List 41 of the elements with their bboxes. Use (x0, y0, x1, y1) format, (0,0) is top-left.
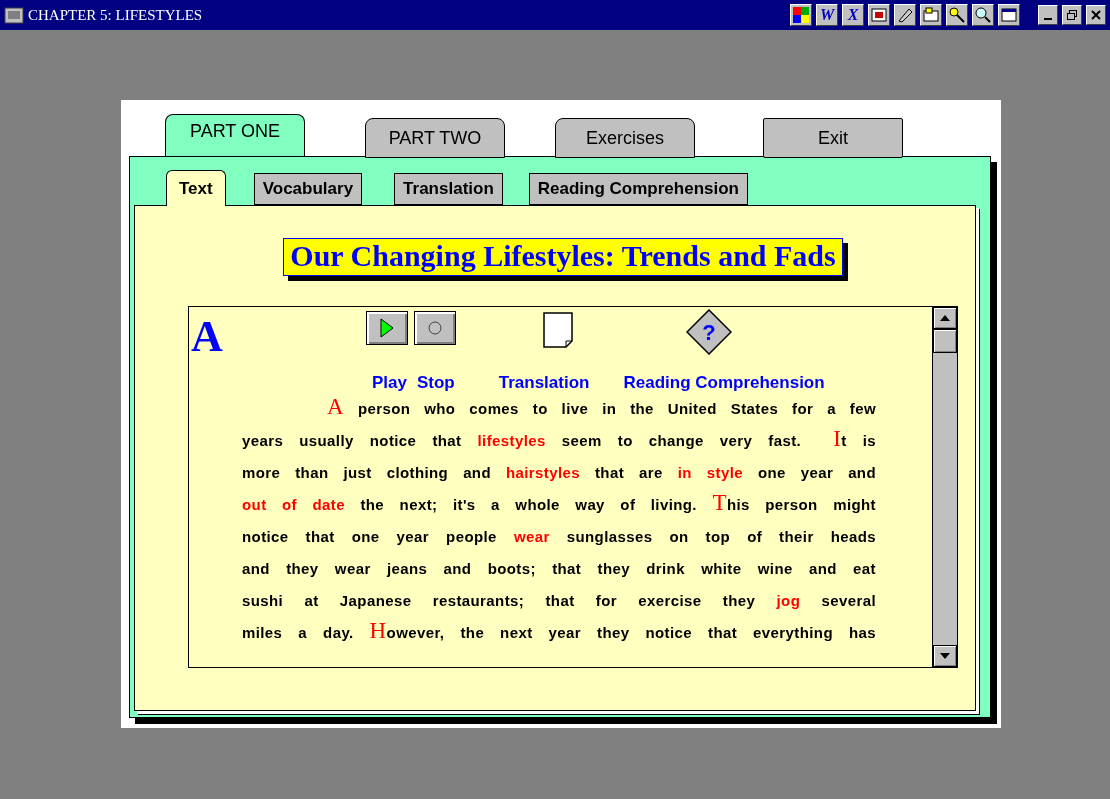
tool-label[interactable]: Translation (498, 373, 590, 393)
help-icon[interactable]: ? (686, 309, 732, 355)
close-icon (1091, 10, 1101, 20)
section-tab[interactable]: Reading Comprehension (528, 173, 748, 205)
play-button[interactable] (366, 311, 408, 345)
tool-label[interactable]: Play (372, 373, 407, 393)
window-icon[interactable] (998, 4, 1020, 26)
toolbar-button[interactable]: X (842, 4, 864, 26)
pen-icon[interactable] (894, 4, 916, 26)
part-tab[interactable]: Exercises (555, 118, 695, 158)
part-tab[interactable]: PART TWO (365, 118, 505, 158)
minimize-button[interactable] (1038, 5, 1058, 25)
key-icon[interactable] (946, 4, 968, 26)
reading-passage: A person who comes to live in the United States for a few years usually notice that lifestyles seem to change very fast. It is more than just clothing and hairstyles that are in style one year and out of date the next; it's a whole way of living. This person might notice that one year people wear sunglasses on top of their heads and they wear jeans and boots; that they drink white wine and eat sushi at Japanese restaurants; that for exercise they jog several miles a day. However, the next year they notice that everything has (242, 393, 876, 645)
grid-icon[interactable] (790, 4, 812, 26)
restore-button[interactable] (1062, 5, 1082, 25)
toolbar-button[interactable]: W (816, 4, 838, 26)
exit-button[interactable]: Exit (763, 118, 903, 158)
section-tab[interactable]: Vocabulary (253, 173, 363, 205)
stop-icon (428, 321, 442, 335)
tool-label[interactable]: Reading Comprehension (623, 373, 825, 393)
section-letter: A (191, 311, 223, 362)
restore-icon (1067, 10, 1077, 20)
tray-icon[interactable] (920, 4, 942, 26)
document-icon[interactable] (542, 311, 576, 349)
scroll-up-icon (940, 315, 950, 321)
section-tab[interactable]: Text (166, 170, 226, 206)
magnifier-icon[interactable] (972, 4, 994, 26)
play-icon (380, 318, 394, 338)
app-icon (4, 5, 24, 25)
stop-button[interactable] (414, 311, 456, 345)
window-title: CHAPTER 5: LIFESTYLES (28, 6, 204, 24)
scroll-down-icon (940, 653, 950, 659)
scroll-thumb[interactable] (933, 329, 957, 353)
close-button[interactable] (1086, 5, 1106, 25)
minimize-icon (1044, 18, 1052, 20)
section-tab[interactable]: Translation (394, 173, 503, 205)
scrollbar[interactable] (932, 307, 957, 667)
tool-label[interactable]: Stop (417, 373, 455, 393)
part-tab[interactable]: PART ONE (165, 114, 305, 156)
screen-icon[interactable] (868, 4, 890, 26)
